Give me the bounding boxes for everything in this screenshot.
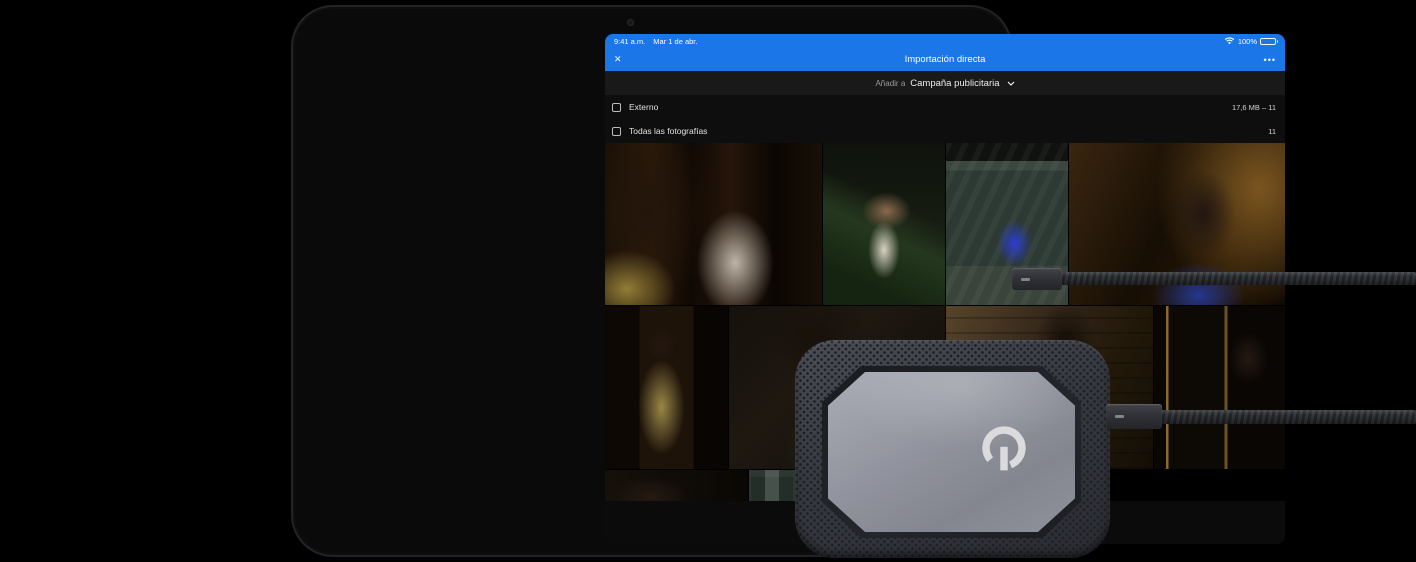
photo-thumbnail[interactable] xyxy=(605,306,728,469)
photo-thumbnail[interactable] xyxy=(605,470,748,501)
photo-thumbnail[interactable] xyxy=(1154,306,1285,469)
close-icon[interactable]: ✕ xyxy=(614,48,622,71)
source-label: Todas las fotografías xyxy=(629,126,708,136)
todas-checkbox[interactable] xyxy=(612,126,621,136)
external-ssd-drive xyxy=(795,340,1110,558)
status-bar: 9:41 a.m. Mar 1 de abr. 100% xyxy=(605,34,1285,48)
photo-thumbnail[interactable] xyxy=(823,143,945,305)
usb-c-connector-ipad xyxy=(1012,268,1062,290)
album-name: Campaña publicitaria xyxy=(910,77,1000,89)
source-row-todas[interactable]: Todas las fotografías 11 xyxy=(605,119,1285,143)
chevron-down-icon xyxy=(1007,81,1014,86)
externo-checkbox[interactable] xyxy=(612,102,621,112)
source-meta: 11 xyxy=(1268,126,1276,136)
source-row-externo[interactable]: Externo 17,6 MB – 11 xyxy=(605,95,1285,119)
source-meta: 17,6 MB – 11 xyxy=(1231,102,1276,112)
more-options-icon[interactable]: ••• xyxy=(1264,48,1276,71)
usb-c-connector-drive xyxy=(1106,404,1162,429)
usb-cable-to-drive xyxy=(1160,410,1416,424)
front-camera xyxy=(628,20,633,25)
usb-cable-to-ipad xyxy=(1060,272,1416,285)
battery-percent: 100% xyxy=(1237,36,1257,46)
page-title: Importación directa xyxy=(904,54,986,65)
status-time: 9:41 a.m. xyxy=(614,36,646,46)
add-to-label: Añadir a xyxy=(875,78,906,88)
status-date: Mar 1 de abr. xyxy=(653,36,698,46)
g-drive-logo-icon xyxy=(982,426,1026,471)
battery-icon xyxy=(1260,37,1278,45)
drive-metal-plate xyxy=(828,372,1075,532)
import-header: ✕ Importación directa ••• xyxy=(605,48,1285,71)
photo-thumbnail[interactable] xyxy=(605,143,822,305)
scene: 9:41 a.m. Mar 1 de abr. 100% ✕ Importaci… xyxy=(0,0,1416,562)
source-label: Externo xyxy=(629,102,659,112)
add-to-bar[interactable]: Añadir a Campaña publicitaria xyxy=(605,71,1285,95)
wifi-icon xyxy=(1224,37,1235,45)
drive-plate-ridge xyxy=(822,366,1081,538)
